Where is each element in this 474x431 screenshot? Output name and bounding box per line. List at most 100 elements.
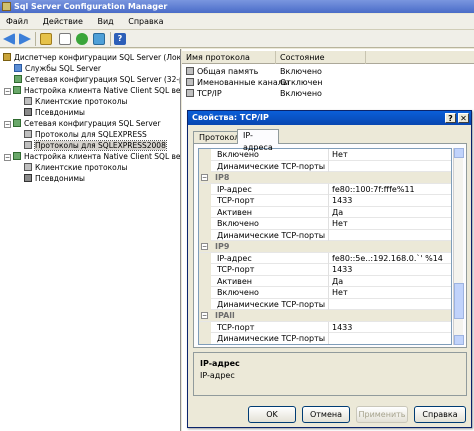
property-value[interactable]: fe80::5e..:192.168.0.`' %14: [332, 253, 443, 265]
row-margin: [199, 333, 211, 344]
column-divider: [328, 275, 329, 287]
property-name: Активен: [217, 207, 253, 217]
help-icon[interactable]: ?: [445, 113, 456, 123]
protocols-icon: [24, 130, 32, 138]
help-button[interactable]: Справка: [414, 406, 466, 423]
property-name: TCP-порт: [217, 322, 255, 332]
property-value[interactable]: 1433: [332, 322, 352, 334]
console-tree: Диспетчер конфигурации SQL Server (Локал…: [0, 49, 181, 431]
column-divider: [328, 218, 329, 230]
collapse-icon[interactable]: −: [4, 154, 11, 161]
property-row[interactable]: Динамические TCP-порты: [199, 229, 451, 241]
property-value[interactable]: 1433: [332, 195, 352, 207]
property-category[interactable]: − IP9: [199, 241, 451, 253]
back-arrow-icon[interactable]: [3, 33, 15, 45]
tree-item-client-protocols-2[interactable]: Клиентские протоколы: [24, 162, 127, 173]
tree-item-protocols-sqlexpress2008[interactable]: Протоколы для SQLEXPRESS2008: [24, 140, 167, 151]
tree-item-network-32bit[interactable]: Сетевая конфигурация SQL Server (32-разр: [14, 74, 180, 85]
property-row[interactable]: IP-адрес fe80::100:7f:fffe%11: [199, 183, 451, 196]
row-margin: [199, 275, 211, 287]
menu-file[interactable]: Файл: [0, 14, 34, 30]
row-margin: [199, 149, 211, 161]
property-value[interactable]: Да: [332, 207, 343, 219]
list-item[interactable]: Именованные каналы Отключен: [182, 77, 474, 88]
row-margin: [199, 321, 211, 333]
window-titlebar: Sql Server Configuration Manager: [0, 0, 474, 13]
property-value[interactable]: Да: [332, 276, 343, 288]
collapse-icon[interactable]: −: [201, 312, 208, 319]
property-row[interactable]: Динамические TCP-порты: [199, 160, 451, 172]
property-grid-scrollbar[interactable]: [453, 148, 464, 345]
property-name: Активен: [217, 276, 253, 286]
property-row[interactable]: Включено Нет: [199, 149, 451, 161]
apply-button[interactable]: Применить: [356, 406, 408, 423]
close-icon[interactable]: ✕: [458, 113, 469, 123]
ok-button[interactable]: OK: [248, 406, 296, 423]
menu-help[interactable]: Справка: [122, 14, 169, 30]
property-row[interactable]: Динамические TCP-порты: [199, 333, 451, 344]
property-value[interactable]: Нет: [332, 287, 348, 299]
column-divider: [328, 195, 329, 207]
tree-item-root[interactable]: Диспетчер конфигурации SQL Server (Локал…: [3, 52, 180, 63]
tree-item-network-config[interactable]: − Сетевая конфигурация SQL Server: [4, 118, 161, 129]
forward-arrow-icon[interactable]: [19, 33, 31, 45]
row-margin: [199, 183, 211, 195]
property-row[interactable]: TCP-порт 1433: [199, 195, 451, 207]
property-row[interactable]: Динамические TCP-порты: [199, 298, 451, 310]
menu-action[interactable]: Действие: [37, 14, 89, 30]
up-folder-icon[interactable]: [40, 33, 52, 45]
menu-view[interactable]: Вид: [91, 14, 119, 30]
tree-item-native-client[interactable]: − Настройка клиента Native Client SQL вер…: [4, 151, 180, 162]
property-row[interactable]: TCP-порт 1433: [199, 321, 451, 334]
property-row[interactable]: Активен Да: [199, 275, 451, 288]
tree-item-client-protocols[interactable]: Клиентские протоколы: [24, 96, 127, 107]
tree-item-sql-services[interactable]: Службы SQL Server: [14, 63, 101, 74]
column-divider: [328, 287, 329, 299]
list-item[interactable]: TCP/IP Включено: [182, 88, 474, 99]
list-item[interactable]: Общая память Включено: [182, 66, 474, 77]
client-icon: [13, 86, 21, 94]
property-row[interactable]: Включено Нет: [199, 287, 451, 299]
property-value[interactable]: Нет: [332, 149, 348, 161]
collapse-icon[interactable]: −: [201, 243, 208, 250]
protocol-name: TCP/IP: [197, 89, 222, 98]
property-name: Динамические TCP-порты: [217, 299, 326, 309]
property-category[interactable]: − IP8: [199, 172, 451, 184]
scroll-thumb[interactable]: [454, 283, 464, 319]
row-margin: [199, 218, 211, 230]
column-header-state[interactable]: Состояние: [276, 51, 366, 64]
tree-item-native-client-32[interactable]: − Настройка клиента Native Client SQL вер…: [4, 85, 180, 96]
scroll-up-icon[interactable]: [454, 148, 464, 158]
property-name: IP-адрес: [217, 184, 252, 194]
export-list-icon[interactable]: [93, 33, 105, 45]
tree-item-protocols-sqlexpress[interactable]: Протоколы для SQLEXPRESS: [24, 129, 147, 140]
collapse-icon[interactable]: −: [4, 121, 11, 128]
property-row[interactable]: Активен Да: [199, 206, 451, 219]
tab-ip-addresses[interactable]: IP-адреса: [237, 129, 279, 152]
property-value[interactable]: 1433: [332, 264, 352, 276]
property-value[interactable]: Нет: [332, 218, 348, 230]
collapse-icon[interactable]: −: [4, 88, 11, 95]
toolbar: ?: [0, 30, 474, 48]
cancel-button[interactable]: Отмена: [302, 406, 350, 423]
property-category[interactable]: − IPAll: [199, 310, 451, 322]
property-name: TCP-порт: [217, 265, 255, 274]
refresh-icon[interactable]: [76, 33, 88, 45]
property-name: Динамические TCP-порты: [217, 230, 326, 240]
property-name: Включено: [217, 219, 259, 228]
help-icon[interactable]: ?: [114, 33, 126, 45]
tree-item-aliases-2[interactable]: Псевдонимы: [24, 173, 85, 184]
column-header-protocol-name[interactable]: Имя протокола: [182, 51, 276, 64]
property-row[interactable]: IP-адрес fe80::5e..:192.168.0.`' %14: [199, 252, 451, 265]
tree-item-aliases[interactable]: Псевдонимы: [24, 107, 85, 118]
scroll-down-icon[interactable]: [454, 335, 464, 345]
tree-item-label: Протоколы для SQLEXPRESS2008: [34, 140, 167, 151]
property-row[interactable]: TCP-порт 1433: [199, 264, 451, 276]
ip-addresses-panel: Включено Нет Динамические TCP-порты − IP8 IP-…: [193, 143, 467, 348]
properties-icon[interactable]: [59, 33, 71, 45]
tree-item-label: Клиентские протоколы: [35, 163, 128, 172]
collapse-icon[interactable]: −: [201, 174, 208, 181]
tree-item-label: Сетевая конфигурация SQL Server: [24, 119, 161, 128]
property-row[interactable]: Включено Нет: [199, 218, 451, 230]
property-value[interactable]: fe80::100:7f:fffe%11: [332, 184, 415, 196]
